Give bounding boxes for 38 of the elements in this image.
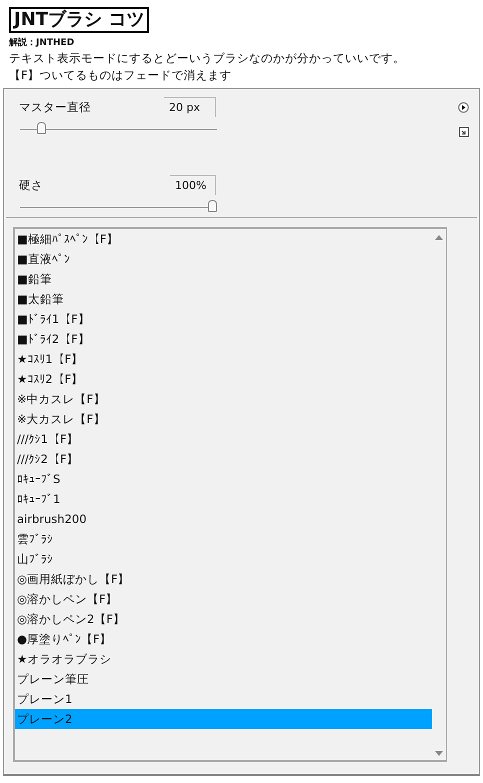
brush-list-item[interactable]: ■ﾄﾞﾗｲ1【F】 — [15, 309, 432, 329]
brush-list-item[interactable]: ■直液ﾍﾟﾝ — [15, 249, 432, 269]
control-label: 硬さ — [19, 177, 43, 194]
brush-list-item[interactable]: ■太鉛筆 — [15, 289, 432, 309]
brush-list-item[interactable]: ●厚塗りﾍﾟﾝ【F】 — [15, 629, 432, 649]
description-text: テキスト表示モードにするとどーいうブラシなのかが分かっていいです。 — [9, 50, 406, 67]
brush-list-item[interactable]: ﾛｷｭｰﾌﾞ1 — [15, 489, 432, 509]
brush-list-item[interactable]: ◎溶かしペン2【F】 — [15, 609, 432, 629]
brush-list-item[interactable]: プレーン1 — [15, 689, 432, 709]
brush-list-item[interactable]: ■極細ﾊﾟｽﾍﾟﾝ【F】 — [15, 229, 432, 249]
brush-list-item[interactable]: 雲ﾌﾞﾗｼ — [15, 529, 432, 549]
brush-list-item[interactable]: ///ｸｼ2【F】 — [15, 449, 432, 469]
control-label: マスター直径 — [19, 99, 91, 116]
brush-list-item[interactable]: ★ｺｽﾘ2【F】 — [15, 369, 432, 389]
brush-list-item[interactable]: ///ｸｼ1【F】 — [15, 429, 432, 449]
description-text: 【F】ついてるものはフェードで消えます — [9, 67, 233, 84]
brush-list-item[interactable]: ◎画用紙ぼかし【F】 — [15, 569, 432, 589]
brush-list-item[interactable]: プレーン筆圧 — [15, 669, 432, 689]
scroll-down-icon[interactable] — [435, 751, 443, 756]
brush-list-item[interactable]: ﾛｷｭｰﾌﾞS — [15, 469, 432, 489]
brush-list-item[interactable]: ■鉛筆 — [15, 269, 432, 289]
brush-list-item[interactable]: 山ﾌﾞﾗｼ — [15, 549, 432, 569]
brush-list-item[interactable]: airbrush200 — [15, 509, 432, 529]
brush-list-item[interactable]: ■ﾄﾞﾗｲ2【F】 — [15, 329, 432, 349]
brush-list-item[interactable]: ★ｺｽﾘ1【F】 — [15, 349, 432, 369]
brush-list-item[interactable]: ※中カスレ【F】 — [15, 389, 432, 409]
brush-list-item[interactable]: プレーン2 — [15, 709, 432, 729]
new-preset-icon[interactable] — [459, 127, 469, 137]
value-field[interactable]: 20 px — [164, 97, 216, 117]
brush-list-item[interactable]: ※大カスレ【F】 — [15, 409, 432, 429]
brush-list-item[interactable]: ★オラオラブラシ — [15, 649, 432, 669]
brush-list-item[interactable]: ◎溶かしペン【F】 — [15, 589, 432, 609]
slider-thumb[interactable] — [36, 122, 46, 134]
value-field[interactable]: 100% — [170, 175, 216, 195]
author-credit: 解説：JNTHED — [9, 37, 76, 49]
scroll-up-icon[interactable] — [435, 235, 443, 240]
slider-thumb[interactable] — [208, 200, 217, 212]
panel-title: JNTブラシ コツ — [9, 7, 150, 33]
